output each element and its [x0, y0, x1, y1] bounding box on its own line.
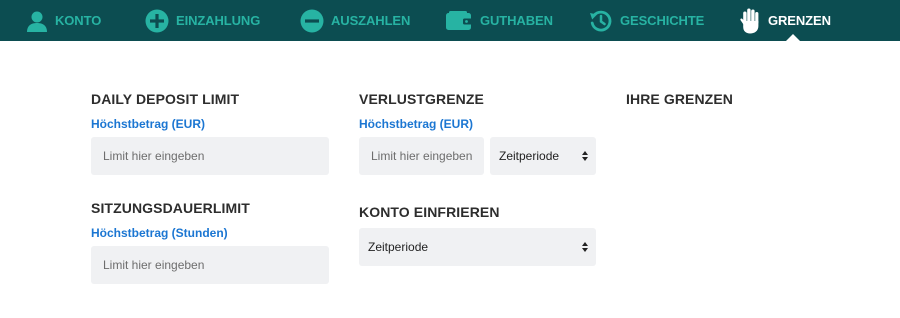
nav-geschichte-label: GESCHICHTE — [620, 13, 705, 28]
wallet-icon — [446, 10, 473, 30]
nav-guthaben-label: GUTHABEN — [480, 13, 553, 28]
loss-limit-sublabel: Höchstbetrag (EUR) — [359, 117, 474, 131]
nav-konto-label: KONTO — [55, 13, 102, 28]
daily-deposit-limit-title: DAILY DEPOSIT LIMIT — [91, 91, 240, 107]
loss-limit-title: VERLUSTGRENZE — [359, 91, 484, 107]
freeze-period-value: Zeitperiode — [368, 240, 429, 254]
user-icon — [27, 11, 47, 32]
freeze-account-title: KONTO EINFRIEREN — [359, 204, 500, 220]
nav-einzahlung-label: EINZAHLUNG — [176, 13, 261, 28]
nav-geschichte[interactable]: GESCHICHTE — [589, 0, 704, 41]
session-limit-sublabel: Höchstbetrag (Stunden) — [91, 226, 228, 240]
select-arrows-icon — [582, 151, 588, 161]
daily-deposit-input[interactable] — [91, 137, 329, 175]
nav-konto[interactable]: KONTO — [26, 0, 101, 41]
freeze-period-select[interactable]: Zeitperiode — [359, 228, 596, 266]
minus-circle-icon — [300, 9, 324, 32]
loss-limit-input[interactable] — [359, 137, 484, 175]
active-tab-caret — [786, 34, 800, 41]
loss-limit-period-value: Zeitperiode — [499, 149, 560, 163]
session-limit-input[interactable] — [91, 246, 329, 284]
nav-auszahlen-label: AUSZAHLEN — [331, 13, 411, 28]
nav-grenzen-label: GRENZEN — [768, 13, 831, 28]
nav-einzahlung[interactable]: EINZAHLUNG — [145, 0, 260, 41]
nav-guthaben[interactable]: GUTHABEN — [446, 0, 553, 41]
nav-grenzen[interactable]: GRENZEN — [739, 0, 831, 41]
loss-limit-period-select[interactable]: Zeitperiode — [490, 137, 596, 175]
hand-icon — [740, 8, 759, 33]
nav-auszahlen[interactable]: AUSZAHLEN — [300, 0, 410, 41]
plus-circle-icon — [145, 9, 169, 32]
history-icon — [590, 10, 612, 31]
top-nav-bar: KONTO EINZAHLUNG AUSZAHLEN GUTHABEN GESC… — [0, 0, 900, 41]
your-limits-title: IHRE GRENZEN — [626, 91, 733, 107]
daily-deposit-sublabel: Höchstbetrag (EUR) — [91, 117, 206, 131]
select-arrows-icon — [582, 242, 588, 252]
session-limit-title: SITZUNGSDAUERLIMIT — [91, 200, 250, 216]
